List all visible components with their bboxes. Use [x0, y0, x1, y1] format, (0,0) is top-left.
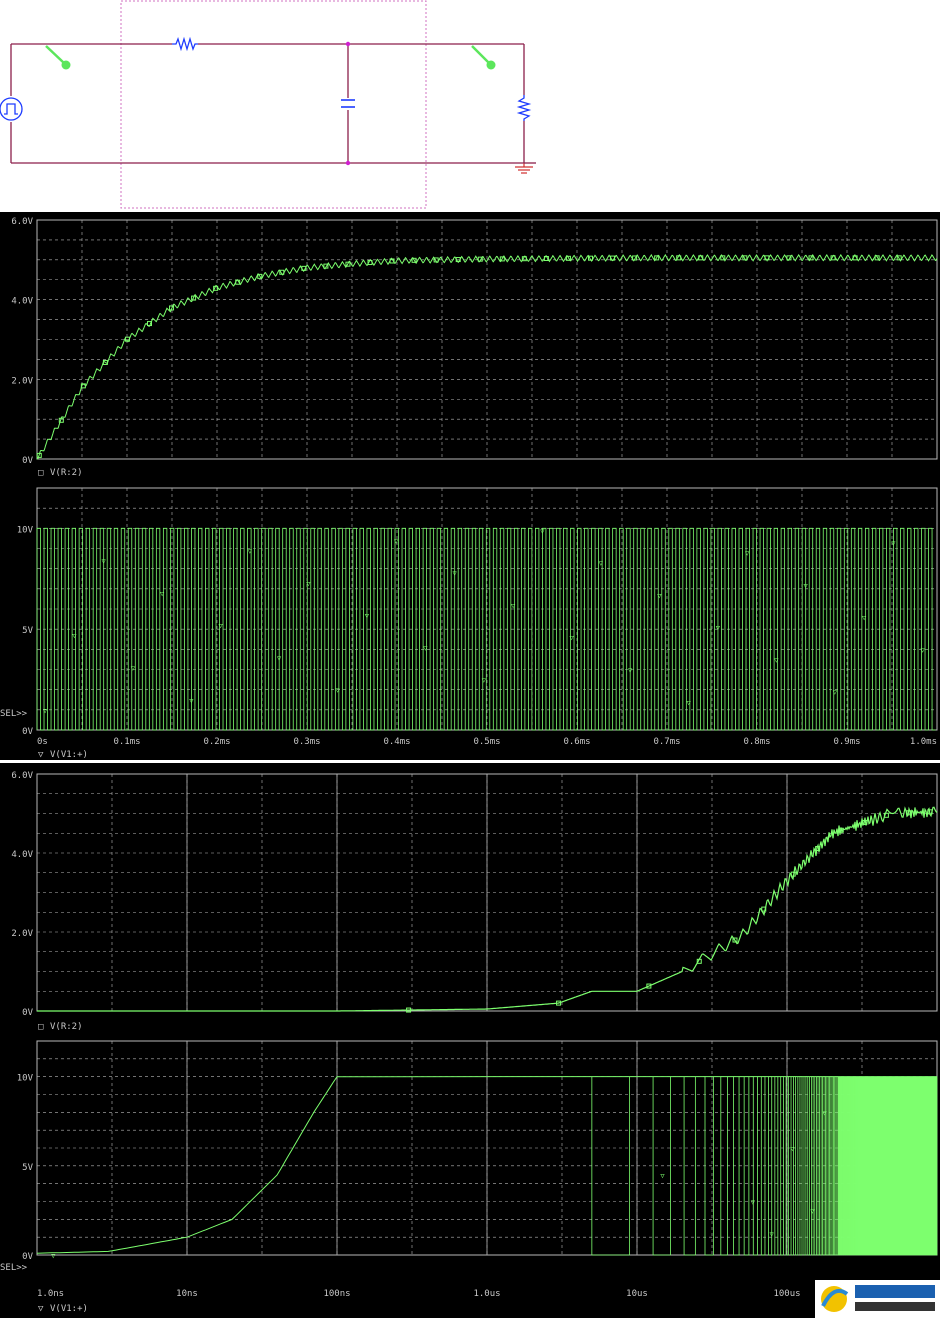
x-tick-label: 0.3ms [293, 737, 320, 747]
data-point-marker: ▽ [751, 1199, 756, 1207]
x-tick-label: 1.0ns [37, 1289, 64, 1299]
y-tick-label: 0V [22, 727, 33, 737]
x-tick-label: 0.7ms [653, 737, 680, 747]
y-tick-label: 4.0V [11, 297, 33, 307]
x-tick-label: 10us [626, 1289, 648, 1299]
x-tick-label: 100ns [323, 1289, 350, 1299]
y-tick-label: 2.0V [11, 929, 33, 939]
sel-label: SEL>> [0, 709, 28, 719]
load-resistor-icon[interactable] [516, 95, 532, 121]
watermark-logo [815, 1280, 940, 1318]
data-point-marker: ▽ [160, 590, 165, 598]
x-tick-label: 0.2ms [203, 737, 230, 747]
x-tick-label: 0.4ms [383, 737, 410, 747]
data-point-marker: ▽ [774, 656, 779, 664]
data-point-marker: ▽ [189, 697, 194, 705]
y-tick-label: 6.0V [11, 771, 33, 781]
x-tick-label: 0.8ms [743, 737, 770, 747]
data-point-marker: ▽ [599, 560, 604, 568]
resistor-icon[interactable] [172, 36, 198, 52]
series-line-v-r2 [37, 253, 938, 460]
voltage-probe-icon[interactable] [471, 45, 496, 70]
legend-marker: □ [38, 468, 44, 478]
data-point-marker: ▽ [790, 1145, 795, 1153]
y-tick-label: 6.0V [11, 217, 33, 227]
x-tick-label: 0.5ms [473, 737, 500, 747]
x-tick-label: 10ns [176, 1289, 198, 1299]
ground-icon[interactable] [515, 163, 533, 174]
data-point-marker: ▽ [336, 687, 341, 695]
data-point-marker: ▽ [72, 632, 77, 640]
data-point-marker: ▽ [769, 1231, 774, 1239]
data-point-marker: ▽ [687, 699, 692, 707]
plot-top-grid [36, 219, 938, 460]
y-tick-label: 0V [22, 1008, 33, 1018]
x-tick-label: 1.0ms [910, 737, 937, 747]
data-point-marker: ▽ [248, 548, 253, 556]
legend-label: V(V1:+) [50, 1304, 88, 1314]
y-tick-label: 2.0V [11, 376, 33, 386]
legend-label: V(R:2) [50, 468, 83, 478]
x-tick-label: 0.1ms [113, 737, 140, 747]
legend-label: V(R:2) [50, 1022, 83, 1032]
legend-label: V(V1:+) [50, 750, 88, 760]
capacitor-icon[interactable] [341, 99, 355, 108]
y-tick-label: 10V [17, 525, 34, 535]
data-point-marker: ▽ [453, 570, 458, 578]
probe-window-log: ▽ ▽ ▽ ▽ ▽ ▽ ▽ 6.0V 4.0V 2.0V 0V □ V(R:2) 10V 5V 0V SEL>… [0, 763, 940, 1318]
probe-window-linear: ▽ ▽ ▽ ▽ ▽ ▽ ▽ ▽ ▽ ▽ ▽ ▽ ▽ ▽ ▽ ▽ ▽ ▽ ▽ ▽ ▽ ▽ ▽ ▽ ▽ ▽ ▽ ▽ ▽ ▽ ▽ 6.0V 4.0V… [0, 212, 940, 760]
data-point-marker: ▽ [365, 612, 370, 620]
y-tick-label: 0V [22, 456, 33, 466]
legend-marker: □ [38, 1022, 44, 1032]
x-tick-label: 0.6ms [563, 737, 590, 747]
y-tick-label: 0V [22, 1252, 33, 1262]
y-tick-label: 10V [17, 1074, 34, 1084]
x-tick-label: 0.9ms [833, 737, 860, 747]
data-point-marker: ▽ [891, 539, 896, 547]
plot-top-traces [36, 253, 938, 460]
data-point-marker: ▽ [628, 667, 633, 675]
data-point-marker: ▽ [277, 654, 282, 662]
voltage-probe-icon[interactable] [45, 45, 71, 70]
data-point-marker: ▽ [660, 1172, 665, 1180]
selection-box[interactable] [120, 0, 427, 209]
plot-labels: 6.0V4.0V2.0V0V□ V(R:2)10V5V0VSEL>>1.0ns 10… [0, 771, 801, 1314]
circuit-schematic [0, 0, 536, 209]
legend-marker: ▽ [38, 1304, 44, 1314]
data-point-marker: ▽ [102, 558, 107, 566]
y-tick-label: 4.0V [11, 850, 33, 860]
legend-marker: ▽ [38, 750, 44, 760]
y-tick-label: 5V [22, 626, 33, 636]
series-line-v-v1 [36, 1076, 592, 1254]
pulse-source-icon[interactable] [0, 97, 23, 121]
x-tick-label: 100us [773, 1289, 800, 1299]
data-point-marker: ▽ [511, 602, 516, 610]
dense-pulse-fill [838, 1076, 937, 1255]
x-tick-label: 0s [37, 737, 48, 747]
data-point-marker: ▽ [423, 644, 428, 652]
data-point-marker: ▽ [716, 624, 721, 632]
plot-top-grid [36, 773, 938, 1012]
x-tick-label: 1.0us [473, 1289, 500, 1299]
sel-label: SEL>> [0, 1263, 28, 1273]
y-tick-label: 5V [22, 1163, 33, 1173]
circuit-wires [10, 43, 525, 164]
data-point-marker: ▽ [862, 614, 867, 622]
